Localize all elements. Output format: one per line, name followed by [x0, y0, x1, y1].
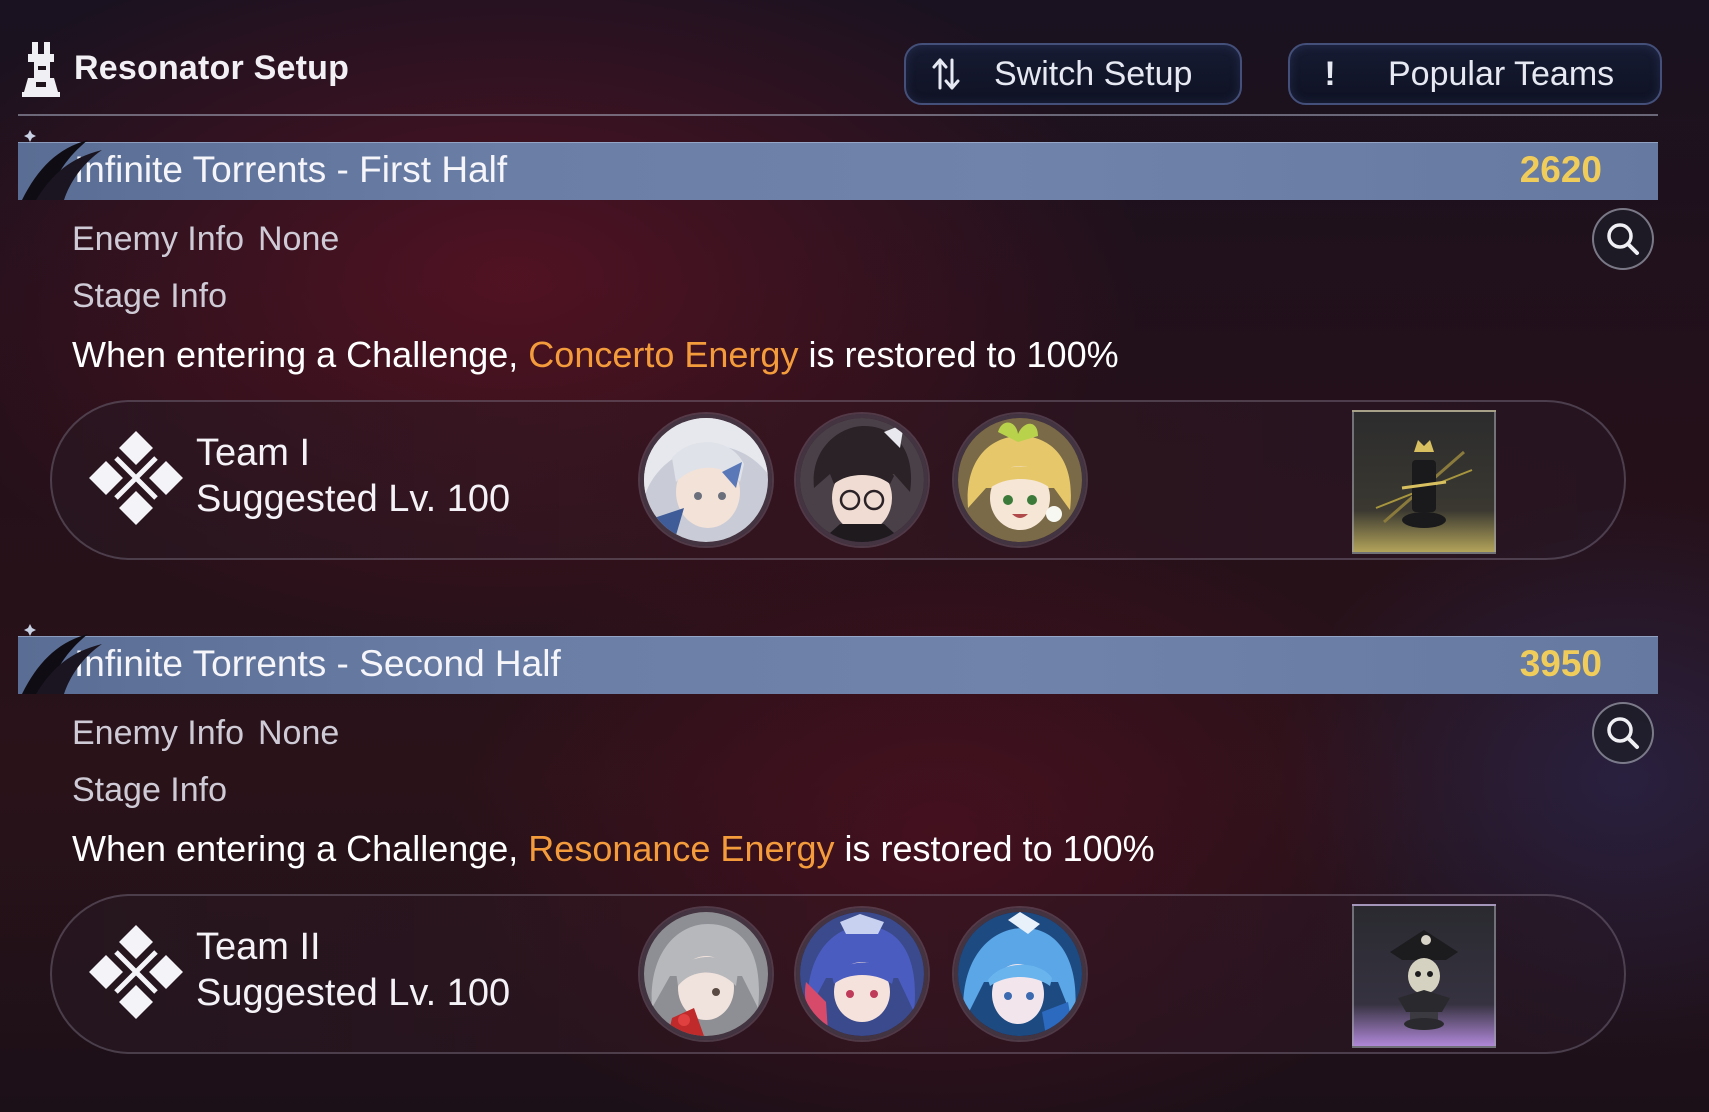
team-name: Team I: [196, 432, 311, 474]
echo-card[interactable]: [1352, 410, 1496, 554]
header-divider: [18, 114, 1658, 116]
team-member-avatar[interactable]: [954, 908, 1086, 1040]
enemy-info-label: Enemy Info: [72, 714, 244, 752]
enemy-info-row: Enemy Info None: [72, 220, 339, 259]
popular-teams-label: Popular Teams: [1388, 54, 1615, 93]
team-member-avatar[interactable]: [796, 908, 928, 1040]
section-banner: Infinite Torrents - Second Half 3950: [18, 636, 1658, 694]
suggested-level: Suggested Lv. 100: [196, 478, 511, 520]
section-title: Infinite Torrents - Second Half: [74, 643, 561, 684]
enemy-info-row: Enemy Info None: [72, 714, 339, 753]
stage-description: When entering a Challenge, Concerto Ener…: [72, 334, 1119, 376]
team-member-avatar[interactable]: [796, 414, 928, 546]
team-panel[interactable]: Team I Suggested Lv. 100: [50, 400, 1626, 560]
banner-brush-decoration: [22, 130, 102, 200]
stage-description: When entering a Challenge, Resonance Ene…: [72, 828, 1155, 870]
switch-setup-label: Switch Setup: [994, 54, 1193, 93]
team-member-avatar[interactable]: [640, 414, 772, 546]
header-bar: Resonator Setup Switch Setup ! Popular T…: [22, 30, 1662, 116]
switch-setup-button[interactable]: Switch Setup: [904, 43, 1242, 105]
echo-card[interactable]: [1352, 904, 1496, 1048]
stage-desc-prefix: When entering a Challenge,: [72, 334, 529, 375]
swap-arrows-icon: [928, 56, 964, 92]
page-title: Resonator Setup: [74, 48, 350, 87]
exclamation-icon: !: [1324, 54, 1336, 93]
enemy-info-value: None: [257, 714, 340, 752]
header-title-group: Resonator Setup: [22, 38, 349, 98]
banner-brush-decoration: [22, 624, 102, 694]
section-banner: Infinite Torrents - First Half 2620: [18, 142, 1658, 200]
magnifier-icon: [1607, 717, 1639, 749]
section-score: 3950: [1519, 643, 1602, 684]
stage-info-label: Stage Info: [72, 277, 228, 315]
popular-teams-button[interactable]: ! Popular Teams: [1288, 43, 1662, 105]
diamond-emblem-icon: [89, 431, 183, 525]
stage-info-label: Stage Info: [72, 771, 228, 809]
magnifier-icon: [1607, 223, 1639, 255]
section-title: Infinite Torrents - First Half: [74, 149, 508, 190]
section-score: 2620: [1519, 149, 1602, 190]
stage-desc-suffix: is restored to 100%: [798, 334, 1119, 375]
stage-desc-suffix: is restored to 100%: [834, 828, 1155, 869]
enemy-info-label: Enemy Info: [72, 220, 244, 258]
team-panel[interactable]: Team II Suggested Lv. 100: [50, 894, 1626, 1054]
stage-desc-highlight: Resonance Energy: [528, 828, 835, 869]
stage-desc-prefix: When entering a Challenge,: [72, 828, 529, 869]
tower-icon: [22, 42, 60, 97]
team-member-avatar[interactable]: [640, 908, 772, 1040]
stage-desc-highlight: Concerto Energy: [528, 334, 799, 375]
team-name: Team II: [196, 926, 321, 968]
team-member-avatar[interactable]: [954, 414, 1086, 546]
diamond-emblem-icon: [89, 925, 183, 1019]
enemy-search-button[interactable]: [1592, 208, 1654, 270]
suggested-level: Suggested Lv. 100: [196, 972, 511, 1014]
enemy-info-value: None: [257, 220, 340, 258]
enemy-search-button[interactable]: [1592, 702, 1654, 764]
